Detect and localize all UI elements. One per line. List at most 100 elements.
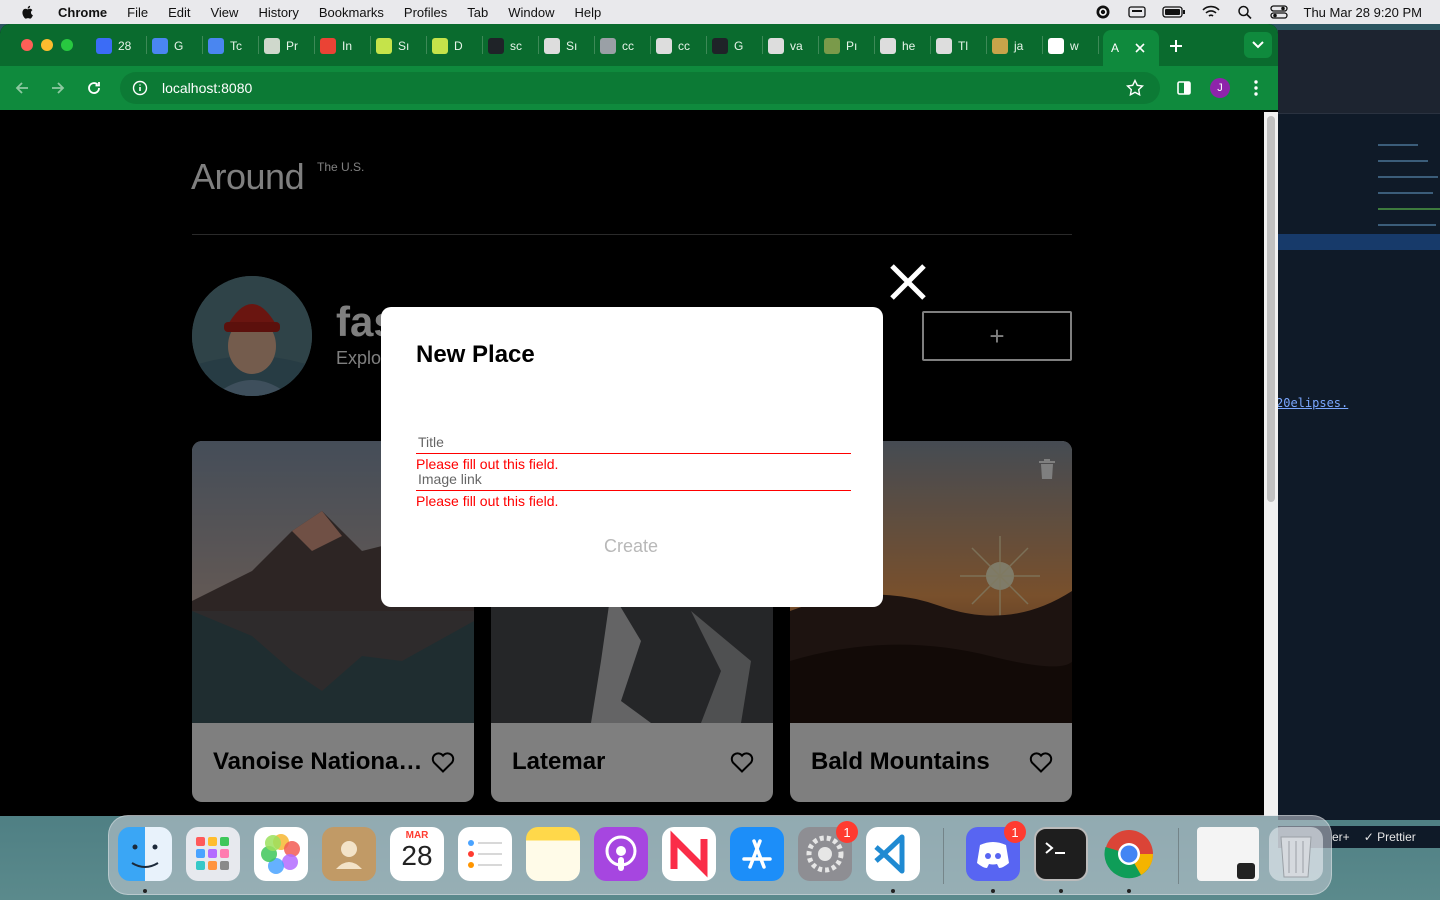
active-tab-label: A xyxy=(1111,41,1120,55)
tab-5[interactable]: In xyxy=(320,34,352,58)
chrome-menu-button[interactable] xyxy=(1244,76,1268,100)
background-editor-window xyxy=(1278,30,1440,820)
tab-separator xyxy=(874,36,875,54)
tab-7[interactable]: D xyxy=(432,34,463,58)
tab-2[interactable]: G xyxy=(152,34,183,58)
tab-15[interactable]: he xyxy=(880,34,915,58)
tab-1[interactable]: 28 xyxy=(96,34,131,58)
vscode-icon[interactable] xyxy=(866,827,920,881)
tab-separator xyxy=(146,36,147,54)
tab-label: va xyxy=(790,39,803,53)
contacts-person-icon xyxy=(336,841,362,869)
search-icon[interactable] xyxy=(1236,5,1254,19)
chrome-app-icon[interactable] xyxy=(1102,827,1156,881)
web-page: Around The U.S. fas Explo + xyxy=(0,112,1264,816)
zoom-window-button[interactable] xyxy=(61,39,73,51)
reload-button[interactable] xyxy=(82,76,106,100)
menu-profiles[interactable]: Profiles xyxy=(404,5,447,20)
tab-separator xyxy=(314,36,315,54)
tab-6[interactable]: Sı xyxy=(376,34,409,58)
menu-file[interactable]: File xyxy=(127,5,148,20)
menu-bookmarks[interactable]: Bookmarks xyxy=(319,5,384,20)
reminders-icon[interactable] xyxy=(458,827,512,881)
photos-icon[interactable] xyxy=(254,827,308,881)
tab-14[interactable]: Pı xyxy=(824,34,857,58)
url-text: localhost:8080 xyxy=(162,80,253,96)
site-info-icon[interactable] xyxy=(132,80,148,96)
discord-running-indicator xyxy=(991,889,995,893)
tab-4[interactable]: Pr xyxy=(264,34,298,58)
terminal-icon[interactable] xyxy=(1034,827,1088,881)
google-icon xyxy=(1048,38,1064,54)
menubar-clock[interactable]: Thu Mar 28 9:20 PM xyxy=(1304,5,1423,20)
title-input[interactable] xyxy=(416,434,851,454)
minimize-window-button[interactable] xyxy=(41,39,53,51)
finder-icon[interactable] xyxy=(118,827,172,881)
photos-flower-icon xyxy=(261,834,300,874)
tab-9[interactable]: Sı xyxy=(544,34,577,58)
side-panel-button[interactable] xyxy=(1172,76,1196,100)
trash-bin-icon[interactable] xyxy=(1269,827,1323,881)
podcasts-icon[interactable] xyxy=(594,827,648,881)
tab-13[interactable]: va xyxy=(768,34,803,58)
bookmark-star-icon[interactable] xyxy=(1126,79,1144,97)
menu-window[interactable]: Window xyxy=(508,5,554,20)
tab-16[interactable]: Tl xyxy=(936,34,968,58)
battery-icon[interactable] xyxy=(1161,5,1186,19)
wifi-icon[interactable] xyxy=(1201,5,1220,19)
gmail-icon xyxy=(320,38,336,54)
scrollbar-thumb[interactable] xyxy=(1267,116,1275,502)
menu-tab[interactable]: Tab xyxy=(467,5,488,20)
menu-view[interactable]: View xyxy=(210,5,238,20)
chrome-logo-icon xyxy=(1104,830,1154,879)
tab-strip: 28 G Tc Pr In Sı Dsc Sı cc cc Gva Pı he Tl ja w A xyxy=(0,24,1278,66)
openai-icon xyxy=(880,38,896,54)
dock-separator xyxy=(1178,828,1179,884)
tab-separator xyxy=(370,36,371,54)
podcast-mic-icon xyxy=(605,835,637,871)
tab-8[interactable]: sc xyxy=(488,34,522,58)
create-button[interactable]: Create xyxy=(416,529,846,564)
grammarly-icon[interactable] xyxy=(1094,5,1112,19)
new-tab-icon[interactable] xyxy=(1168,38,1184,54)
tab-3[interactable]: Tc xyxy=(208,34,242,58)
tab-17[interactable]: ja xyxy=(992,34,1023,58)
bitwarden-icon xyxy=(96,38,112,54)
tab-18[interactable]: w xyxy=(1048,34,1079,58)
tab-label: Pr xyxy=(286,39,298,53)
prettier-status[interactable]: ✓ Prettier xyxy=(1364,830,1416,844)
close-icon[interactable] xyxy=(888,262,928,302)
menu-edit[interactable]: Edit xyxy=(168,5,190,20)
tab-label: Tc xyxy=(230,39,242,53)
address-bar[interactable]: localhost:8080 xyxy=(120,72,1160,104)
image-link-input[interactable] xyxy=(416,471,851,491)
apple-icon[interactable] xyxy=(20,4,36,20)
close-window-button[interactable] xyxy=(21,39,33,51)
calendar-icon[interactable]: MAR 28 xyxy=(390,827,444,881)
control-center-icon[interactable] xyxy=(1269,5,1288,19)
app-store-icon[interactable] xyxy=(730,827,784,881)
menu-help[interactable]: Help xyxy=(575,5,602,20)
tab-12[interactable]: G xyxy=(712,34,743,58)
page-scrollbar[interactable] xyxy=(1264,112,1278,816)
recent-window-thumbnail[interactable] xyxy=(1197,827,1259,881)
tab-11[interactable]: cc xyxy=(656,34,690,58)
menu-app-name[interactable]: Chrome xyxy=(58,5,107,20)
forward-button[interactable] xyxy=(46,76,70,100)
news-icon[interactable] xyxy=(662,827,716,881)
tab-label: D xyxy=(454,39,463,53)
tab-active[interactable]: A xyxy=(1103,30,1159,66)
new-place-modal: New Place Please fill out this field. Pl… xyxy=(381,307,883,607)
tab-10[interactable]: cc xyxy=(600,34,634,58)
keyboard-icon[interactable] xyxy=(1127,5,1146,19)
chrome-window: 28 G Tc Pr In Sı Dsc Sı cc cc Gva Pı he Tl ja w A local… xyxy=(0,24,1278,816)
back-button[interactable] xyxy=(10,76,34,100)
profile-button[interactable]: J xyxy=(1208,76,1232,100)
close-tab-icon[interactable] xyxy=(1135,43,1145,53)
menu-history[interactable]: History xyxy=(258,5,298,20)
contacts-icon[interactable] xyxy=(322,827,376,881)
notes-icon[interactable] xyxy=(526,827,580,881)
launchpad-icon[interactable] xyxy=(186,827,240,881)
vscode-logo-icon xyxy=(874,834,905,874)
tab-search-button[interactable] xyxy=(1244,32,1272,58)
